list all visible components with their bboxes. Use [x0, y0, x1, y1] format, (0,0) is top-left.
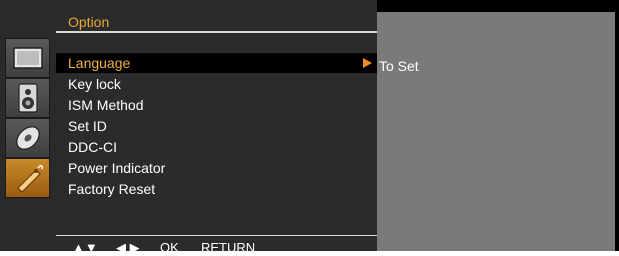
menu-item-label: Factory Reset	[68, 181, 156, 197]
header-divider	[56, 31, 377, 33]
menu-item-key-lock[interactable]: Key lock	[56, 74, 377, 94]
submenu-panel: To Set	[377, 12, 615, 251]
menu-item-label: Set ID	[68, 118, 107, 134]
leftright-arrows-icon: ◀ ▶	[116, 240, 140, 255]
submenu-arrow-icon	[363, 58, 372, 68]
return-hint: RETURN	[201, 240, 256, 255]
button-guide: ▲▼ ◀ ▶ OK RETURN	[56, 237, 377, 255]
menu-item-power-indicator[interactable]: Power Indicator	[56, 158, 377, 178]
category-icon-column	[0, 0, 56, 251]
menu-item-label: Key lock	[68, 76, 121, 92]
menu-item-set-id[interactable]: Set ID	[56, 116, 377, 136]
menu-item-label: Power Indicator	[68, 160, 166, 176]
menu-item-factory-reset[interactable]: Factory Reset	[56, 179, 377, 199]
menu-header: Option	[56, 12, 377, 32]
menu-item-ism-method[interactable]: ISM Method	[56, 95, 377, 115]
submenu-option-to-set[interactable]: To Set	[379, 56, 419, 76]
disc-category-tab[interactable]	[5, 118, 50, 158]
osd-menu: Option Language Key lock ISM Method Set …	[0, 0, 619, 255]
updown-arrows-icon: ▲▼	[72, 240, 98, 255]
disc-icon	[15, 126, 40, 150]
page-title: Option	[68, 14, 110, 30]
menu-item-label: Language	[68, 55, 131, 71]
top-border	[377, 0, 619, 12]
picture-icon	[12, 47, 43, 69]
menu-panel: Option Language Key lock ISM Method Set …	[56, 0, 377, 255]
footer-divider	[56, 235, 377, 236]
picture-category-tab[interactable]	[5, 38, 50, 78]
menu-item-label: ISM Method	[68, 97, 144, 113]
ok-hint: OK	[160, 240, 179, 255]
option-category-tab[interactable]	[5, 158, 50, 198]
option-tag-icon	[16, 165, 43, 193]
menu-item-label: DDC-CI	[68, 139, 117, 155]
menu-item-language[interactable]: Language	[56, 53, 377, 73]
audio-category-tab[interactable]	[5, 78, 50, 118]
right-border	[615, 0, 619, 251]
audio-speaker-icon	[17, 83, 38, 113]
menu-item-ddc-ci[interactable]: DDC-CI	[56, 137, 377, 157]
